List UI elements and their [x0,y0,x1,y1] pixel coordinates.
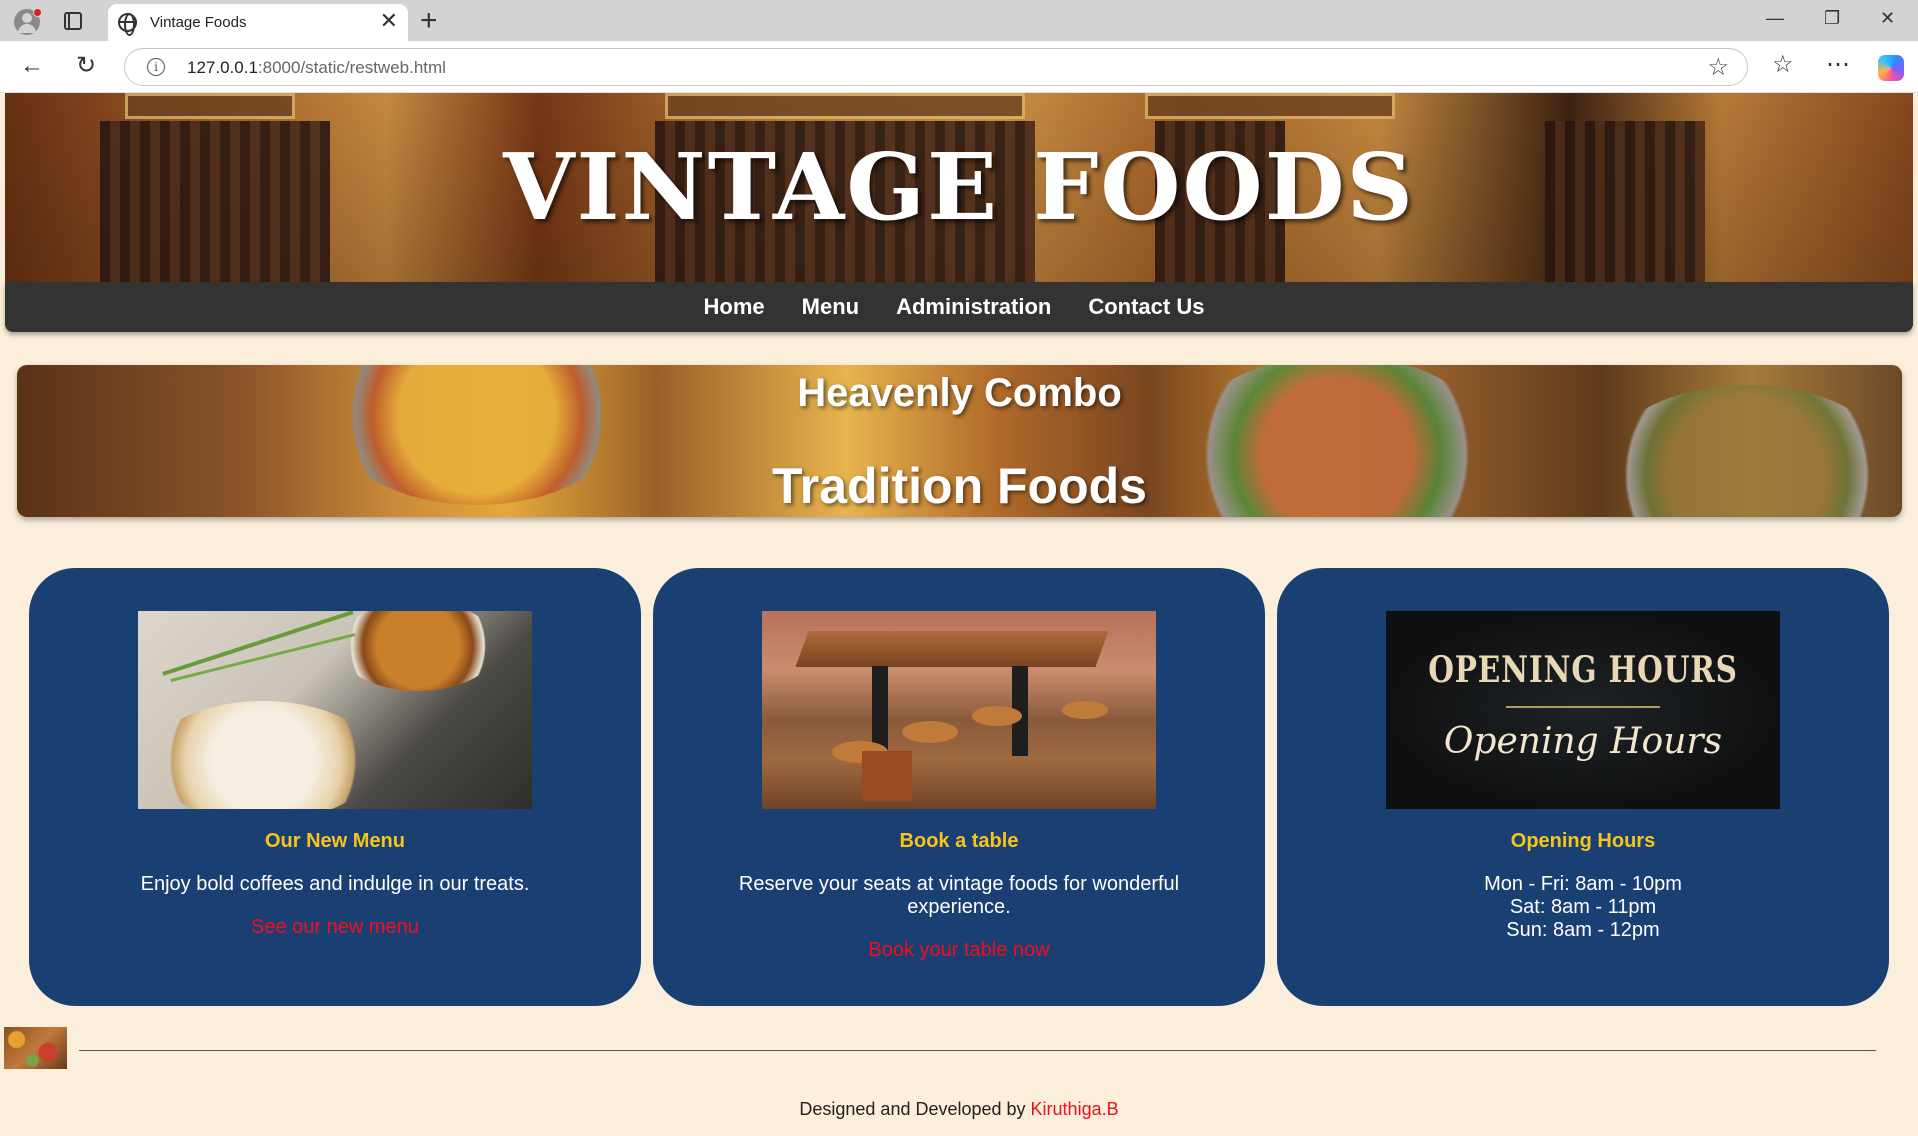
restore-icon[interactable]: ❐ [1824,8,1840,29]
nav-administration[interactable]: Administration [896,294,1051,320]
address-bar[interactable]: i 127.0.0.1:8000/static/restweb.html ☆ [124,48,1748,86]
web-page: VINTAGE FOODS Home Menu Administration C… [0,93,1918,1136]
nav-contact-us[interactable]: Contact Us [1088,294,1204,320]
footer-credit: Designed and Developed by Kiruthiga.B [799,1099,1119,1119]
back-icon[interactable]: ← [20,53,44,79]
footer-thumbnail-image [4,1027,67,1069]
card-new-menu: Our New Menu Enjoy bold coffees and indu… [29,568,641,1006]
card-text: Enjoy bold coffees and indulge in our tr… [140,873,530,895]
card-text: Reserve your seats at vintage foods for … [738,873,1180,918]
hours-saturday: Sat: 8am - 11pm [1509,896,1657,918]
author-name[interactable]: Kiruthiga.B [1031,1099,1119,1119]
footer-divider [79,1050,1876,1051]
refresh-icon[interactable]: ↻ [76,53,96,79]
banner-subheadline: Tradition Foods [772,458,1147,514]
card-title: Our New Menu [264,830,405,852]
window-close-icon[interactable]: ✕ [1880,8,1895,29]
star-icon[interactable]: ☆ [1707,53,1729,82]
url-text[interactable]: 127.0.0.1:8000/static/restweb.html [187,58,446,78]
nav-home[interactable]: Home [704,294,765,320]
table-image [762,611,1156,809]
nav-menu[interactable]: Menu [802,294,859,320]
hours-sunday: Sun: 8am - 12pm [1506,919,1660,941]
card-book-table: Book a table Reserve your seats at vinta… [653,568,1265,1006]
info-icon[interactable]: i [147,58,165,76]
opening-hours-image: OPENING HOURS Opening Hours [1386,611,1780,809]
address-toolbar: ← ↻ i 127.0.0.1:8000/static/restweb.html… [0,41,1918,93]
banner-headline: Heavenly Combo [797,371,1122,415]
tab-title: Vintage Foods [150,14,247,31]
menu-food-image [138,611,532,809]
card-title: Opening Hours [1510,830,1656,852]
copilot-icon[interactable] [1878,55,1904,81]
site-title: VINTAGE FOODS [503,133,1415,241]
new-tab-icon[interactable]: + [420,4,438,38]
profile-icon[interactable] [14,8,42,35]
feature-cards: Our New Menu Enjoy bold coffees and indu… [29,568,1889,1006]
browser-tab-strip: Vintage Foods ✕ + — ❐ ✕ [0,0,1918,41]
favorites-icon[interactable]: ☆ [1772,50,1794,79]
more-icon[interactable]: ⋯ [1826,50,1850,79]
tabs-icon[interactable] [64,12,82,30]
hours-weekdays: Mon - Fri: 8am - 10pm [1484,873,1682,895]
main-nav: Home Menu Administration Contact Us [5,282,1913,332]
card-title: Book a table [899,830,1019,852]
promo-banner: Heavenly Combo Tradition Foods [17,365,1902,517]
header-hero: VINTAGE FOODS [5,93,1913,282]
close-icon[interactable]: ✕ [380,10,398,32]
book-table-link[interactable]: Book your table now [653,939,1265,962]
hours-list: Mon - Fri: 8am - 10pm Sat: 8am - 11pm Su… [1347,873,1819,942]
card-opening-hours: OPENING HOURS Opening Hours Opening Hour… [1277,568,1889,1006]
minimize-icon[interactable]: — [1766,8,1784,29]
notification-dot [33,8,42,17]
globe-icon [118,13,137,36]
see-menu-link[interactable]: See our new menu [29,916,641,939]
browser-tab[interactable]: Vintage Foods ✕ [108,4,408,41]
